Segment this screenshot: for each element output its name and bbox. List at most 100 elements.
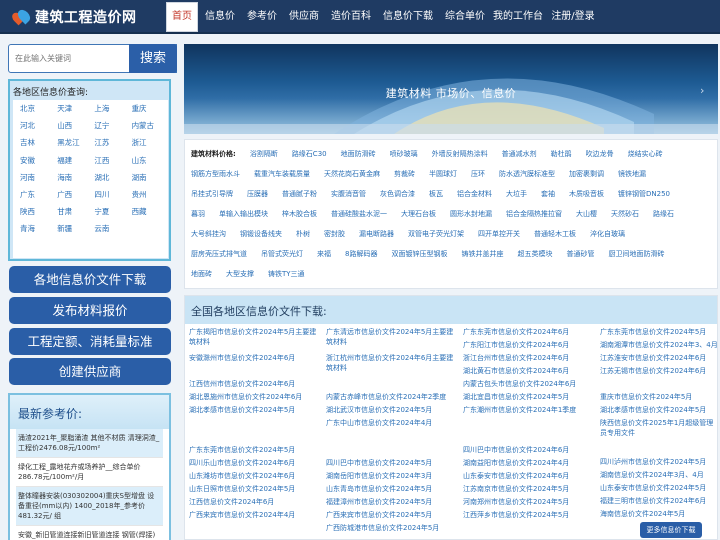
material-link[interactable]: 淬化自玻璃 [590,229,625,239]
material-link[interactable]: 压膜器 [247,189,268,199]
info-file-link[interactable] [326,379,458,392]
nav-login[interactable]: 注册/登录 [551,0,595,34]
info-file-link[interactable]: 广东东莞市信息价文件2024年5月 [189,445,321,458]
nav-info-download[interactable]: 信息价下载 [380,0,436,34]
recent-reference-item[interactable]: 整体瞳器安装(030302004)重庆S型增盘 设备重径(mm以内) 1400_… [16,487,163,526]
nav-home[interactable]: 首页 [166,2,198,32]
info-file-link[interactable]: 河南郑州市信息价文件2024年5月 [463,497,595,510]
info-file-link[interactable]: 湖南益阳市信息价文件2024年4月 [463,458,595,471]
info-file-link[interactable]: 福建漳州市信息价文件2024年5月 [326,497,458,510]
material-link[interactable]: 暮羽 [191,209,205,219]
info-file-link[interactable]: 广东阳江市信息价文件2024年6月 [463,340,595,353]
info-file-link[interactable]: 重庆市信息价文件2024年5月 [600,392,717,405]
search-button[interactable]: 搜索 [129,44,177,73]
region-link[interactable]: 重庆 [125,103,162,114]
material-link[interactable]: 镀锌钢管DN250 [618,189,670,199]
material-link[interactable]: 路缘石C30 [292,149,327,159]
publish-price-button[interactable]: 发布材料报价 [9,297,171,324]
region-link[interactable]: 贵州 [125,189,162,200]
material-link[interactable]: 地面防滑砖 [341,149,376,159]
region-link[interactable]: 河南 [13,172,50,183]
nav-workbench[interactable]: 我的工作台 [493,0,543,34]
info-file-link[interactable] [189,418,321,431]
info-file-link[interactable]: 广东潮州市信息价文件2024年1季度 [463,405,595,418]
quota-standard-button[interactable]: 工程定额、消耗量标准 [9,328,171,355]
banner-prev-arrow[interactable]: ‹ [414,84,418,97]
create-supplier-button[interactable]: 创建供应商 [9,358,171,385]
region-link[interactable]: 湖北 [87,172,124,183]
info-file-link[interactable]: 四川乐山市信息价文件2024年6月 [189,458,321,471]
region-link[interactable]: 西藏 [125,206,162,217]
region-link[interactable]: 青海 [13,223,50,234]
info-file-link[interactable]: 广西防城港市信息价文件2024年5月 [326,523,458,536]
info-file-link[interactable] [463,418,595,431]
material-link[interactable]: 普通轻木工板 [534,229,576,239]
info-file-link[interactable]: 湖北宜昌市信息价文件2024年5月 [463,392,595,405]
material-link[interactable]: 四开单控开关 [478,229,520,239]
material-link[interactable]: 普通砂管 [566,249,594,259]
hero-banner[interactable]: 建筑材料 市场价、信息价 ‹ › [184,44,718,134]
info-file-link[interactable]: 广东清远市信息价文件2024年5月主要建筑材料 [326,327,458,353]
material-link[interactable]: 灰色调合漆 [380,189,415,199]
info-file-link[interactable]: 四川泸州市信息价文件2024年5月 [600,457,717,470]
material-link[interactable]: 镜铁地漏 [618,169,646,179]
info-file-link[interactable]: 安徽滁州市信息价文件2024年6月 [189,353,321,366]
material-link[interactable]: 板瓦 [429,189,443,199]
info-file-link[interactable]: 山东潍坊市信息价文件2024年6月 [189,471,321,484]
region-link[interactable]: 福建 [50,155,87,166]
info-file-link[interactable]: 广东东莞市信息价文件2024年5月 [600,327,717,340]
region-link[interactable]: 新疆 [50,223,87,234]
material-link[interactable]: 8路解码器 [345,249,377,259]
info-file-link[interactable] [600,379,717,392]
region-link[interactable]: 内蒙古 [125,120,162,131]
material-link[interactable]: 普通腻子粉 [282,189,317,199]
info-file-link[interactable] [326,431,458,444]
material-link[interactable]: 双管电子荧光灯架 [408,229,464,239]
region-link[interactable]: 浙江 [125,137,162,148]
info-file-link[interactable]: 山东青岛市信息价文件2024年5月 [326,484,458,497]
region-link[interactable]: 安徽 [13,155,50,166]
material-link[interactable]: 漏电断路器 [359,229,394,239]
info-file-link[interactable]: 海南信息价文件2024年5月 [600,509,717,522]
info-file-link[interactable]: 内蒙古包头市信息价文件2024年6月 [463,379,595,392]
region-link[interactable]: 山西 [50,120,87,131]
material-link[interactable]: 勒杜鹃 [551,149,572,159]
info-file-link[interactable]: 浙江台州市信息价文件2024年6月 [463,353,595,366]
region-link[interactable]: 云南 [87,223,124,234]
material-link[interactable]: 吊管式荧光灯 [261,249,303,259]
info-file-link[interactable]: 江西萍乡市信息价文件2024年5月 [463,510,595,523]
info-file-link[interactable]: 湖南湘潭市信息价文件2024年3、4月 [600,340,717,353]
material-link[interactable]: 厨卫间地面防滑砖 [608,249,664,259]
region-link[interactable]: 黑龙江 [50,137,87,148]
nav-unit-price[interactable]: 综合单价 [441,0,489,34]
material-link[interactable]: 铝合金隔热推拉窗 [506,209,562,219]
info-file-link[interactable]: 山东泰安市信息价文件2024年6月 [463,471,595,484]
material-link[interactable]: 来福 [317,249,331,259]
material-link[interactable]: 大垃手 [506,189,527,199]
info-file-link[interactable]: 四川巴中市信息价文件2024年6月 [463,445,595,458]
material-link[interactable]: 天然花岗石黄金麻 [324,169,380,179]
info-file-link[interactable]: 湖北黄石市信息价文件2024年6月 [463,366,595,379]
nav-suppliers[interactable]: 供应商 [286,0,322,34]
region-link[interactable]: 广西 [50,189,87,200]
info-file-link[interactable]: 广东东莞市信息价文件2024年6月 [463,327,595,340]
info-file-link[interactable]: 陕西信息价文件2025年1月超级管理员专用文件 [600,418,717,444]
region-link[interactable]: 甘肃 [50,206,87,217]
info-file-link[interactable]: 江西信息价文件2024年6月 [189,497,321,510]
info-file-link[interactable]: 江西信州市信息价文件2024年6月 [189,379,321,392]
region-link[interactable]: 河北 [13,120,50,131]
region-link[interactable]: 北京 [13,103,50,114]
info-file-download-button[interactable]: 各地信息价文件下载 [9,266,171,293]
info-file-link[interactable]: 广东揭阳市信息价文件2024年5月主要建筑材料 [189,327,321,353]
material-link[interactable]: 加密裹剩调 [569,169,604,179]
nav-reference-price[interactable]: 参考价 [244,0,280,34]
material-link[interactable]: 半圆球灯 [429,169,457,179]
region-link[interactable]: 四川 [87,189,124,200]
material-link[interactable]: 大山樱 [576,209,597,219]
material-link[interactable]: 密封胶 [324,229,345,239]
material-link[interactable]: 普通硅酸盐水泥一 [331,209,387,219]
region-link[interactable]: 宁夏 [87,206,124,217]
more-info-download-button[interactable]: 更多信息价下载 [640,522,702,538]
material-link[interactable]: 地面砖 [191,269,212,279]
nav-info-price[interactable]: 信息价 [202,0,238,34]
